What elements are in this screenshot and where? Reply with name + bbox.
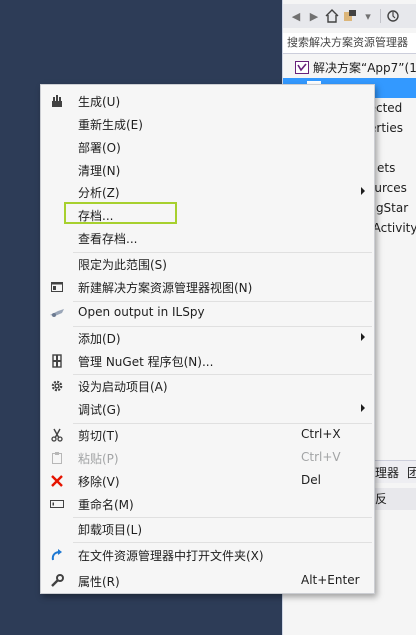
menu-item-unload-project[interactable]: 卸载项目(L) [42, 518, 373, 540]
tab-team[interactable]: 团 [407, 464, 416, 481]
menu-item-scope-to-this[interactable]: 限定为此范围(S) [42, 253, 373, 275]
scissors-icon [49, 427, 65, 443]
menu-item-label: 管理 NuGet 程序包(N)... [78, 355, 214, 369]
menu-item-open-folder[interactable]: 在文件资源管理器中打开文件夹(X) [42, 544, 373, 566]
sync-icon[interactable] [385, 8, 401, 24]
menu-item-deploy[interactable]: 部署(O) [42, 136, 373, 158]
menu-item-debug[interactable]: 调试(G) [42, 398, 373, 420]
menu-item-label: 设为启动项目(A) [78, 380, 168, 394]
archive-highlight-box [64, 202, 177, 224]
menu-item-label: 移除(V) [78, 475, 120, 489]
nuget-icon [49, 353, 65, 369]
menu-item-label: 部署(O) [78, 141, 121, 155]
menu-item-new-explorer-view[interactable]: 新建解决方案资源管理器视图(N) [42, 276, 373, 298]
menu-item-label: 查看存档... [78, 232, 138, 246]
menu-item-rename[interactable]: 重命名(M) [42, 493, 373, 515]
menu-item-label: 重命名(M) [78, 498, 134, 512]
menu-item-add[interactable]: 添加(D) [42, 327, 373, 349]
menu-item-label: 生成(U) [78, 95, 121, 109]
back-icon[interactable]: ◀ [288, 8, 304, 24]
menu-item-label: 添加(D) [78, 332, 121, 346]
red-x-icon [49, 473, 65, 489]
new-window-icon [49, 279, 65, 295]
project-context-menu: 生成(U) 重新生成(E) 部署(O) 清理(N) 分析(Z) 存档... 查看… [40, 84, 375, 594]
home-icon[interactable] [324, 8, 340, 24]
menu-item-label: Open output in ILSpy [78, 305, 205, 319]
menu-item-view-archives[interactable]: 查看存档... [42, 227, 373, 249]
toolbar-separator [380, 9, 381, 23]
menu-separator [73, 542, 372, 543]
visual-studio-solution-icon [295, 60, 309, 74]
rename-icon [49, 496, 65, 512]
gear-icon [49, 378, 65, 394]
menu-item-label: 属性(R) [78, 575, 120, 589]
menu-item-label: 卸载项目(L) [78, 523, 143, 537]
menu-item-build[interactable]: 生成(U) [42, 90, 373, 112]
menu-item-label: 新建解决方案资源管理器视图(N) [78, 281, 253, 295]
menu-item-properties[interactable]: 属性(R) Alt+Enter [42, 570, 373, 592]
menu-item-paste[interactable]: 粘贴(P) Ctrl+V [42, 447, 373, 469]
wrench-icon [49, 573, 65, 589]
menu-item-manage-nuget[interactable]: 管理 NuGet 程序包(N)... [42, 350, 373, 372]
menu-item-label: 重新生成(E) [78, 118, 143, 132]
forward-icon[interactable]: ▶ [306, 8, 322, 24]
dropdown-arrow-icon[interactable]: ▾ [360, 8, 376, 24]
menu-item-set-startup[interactable]: 设为启动项目(A) [42, 375, 373, 397]
menu-item-shortcut: Alt+Enter [301, 573, 360, 587]
menu-item-remove[interactable]: 移除(V) Del [42, 470, 373, 492]
submenu-arrow-icon [361, 333, 365, 341]
solution-explorer-toolbar: ◀ ▶ ▾ [283, 4, 416, 28]
menu-item-label: 调试(G) [78, 403, 121, 417]
switch-views-icon[interactable] [342, 8, 358, 24]
menu-item-shortcut: Ctrl+V [301, 450, 341, 464]
submenu-arrow-icon [361, 404, 365, 412]
menu-item-rebuild[interactable]: 重新生成(E) [42, 113, 373, 135]
tree-item-label: 解决方案“App7”(1 [313, 61, 416, 75]
menu-item-label: 分析(Z) [78, 186, 120, 200]
solution-explorer-search-input[interactable]: 搜索解决方案资源管理器 [283, 33, 416, 54]
paste-icon [49, 450, 65, 466]
submenu-arrow-icon [361, 187, 365, 195]
menu-item-analyze[interactable]: 分析(Z) [42, 181, 373, 203]
menu-item-label: 清理(N) [78, 164, 121, 178]
menu-item-clean[interactable]: 清理(N) [42, 159, 373, 181]
menu-item-open-in-ilspy[interactable]: Open output in ILSpy [42, 302, 373, 324]
open-folder-arrow-icon [49, 547, 65, 563]
menu-item-cut[interactable]: 剪切(T) Ctrl+X [42, 424, 373, 446]
menu-item-shortcut: Ctrl+X [301, 427, 341, 441]
ilspy-icon [49, 305, 65, 321]
tab-solution-explorer[interactable]: 理器 [375, 464, 399, 481]
menu-item-label: 剪切(T) [78, 429, 119, 443]
tree-item-solution[interactable]: 解决方案“App7”(1 [283, 58, 416, 78]
menu-item-shortcut: Del [301, 473, 321, 487]
build-icon [49, 93, 65, 109]
menu-item-label: 在文件资源管理器中打开文件夹(X) [78, 549, 264, 563]
tree-item-label: ets [377, 161, 396, 175]
menu-item-label: 限定为此范围(S) [78, 258, 167, 272]
menu-item-label: 粘贴(P) [78, 452, 119, 466]
